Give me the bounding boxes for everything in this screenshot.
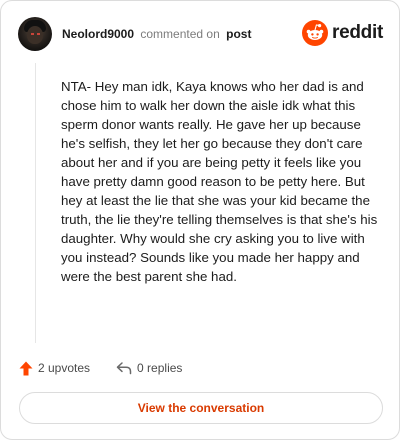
avatar-eye-left bbox=[31, 33, 34, 35]
action-text: commented on bbox=[140, 27, 220, 41]
replies[interactable]: 0 replies bbox=[116, 361, 182, 375]
comment-footer: 2 upvotes 0 replies bbox=[19, 358, 208, 378]
username[interactable]: Neolord9000 bbox=[62, 27, 134, 41]
upvotes[interactable]: 2 upvotes bbox=[19, 361, 90, 376]
view-conversation-button[interactable]: View the conversation bbox=[19, 392, 383, 424]
reddit-logo[interactable]: reddit bbox=[302, 20, 383, 46]
comment-card: Neolord9000 commented on post reddit NTA… bbox=[0, 0, 400, 440]
reddit-wordmark: reddit bbox=[332, 22, 383, 43]
upvotes-label: 2 upvotes bbox=[38, 361, 91, 375]
comment-text: NTA- Hey man idk, Kaya knows who her dad… bbox=[61, 79, 378, 284]
comment-header: Neolord9000 commented on post reddit bbox=[18, 17, 383, 51]
replies-label: 0 replies bbox=[137, 361, 183, 375]
avatar-face bbox=[27, 26, 43, 44]
comment-body: NTA- Hey man idk, Kaya knows who her dad… bbox=[19, 63, 383, 343]
reply-arrow-icon bbox=[116, 362, 132, 375]
post-link[interactable]: post bbox=[226, 27, 251, 41]
reddit-snoo-icon bbox=[302, 20, 329, 46]
comment-meta: Neolord9000 commented on post bbox=[62, 26, 251, 42]
thread-line bbox=[35, 63, 36, 343]
user-avatar[interactable] bbox=[18, 17, 52, 51]
upvote-arrow-icon bbox=[19, 361, 33, 375]
avatar-eye-right bbox=[37, 33, 40, 35]
